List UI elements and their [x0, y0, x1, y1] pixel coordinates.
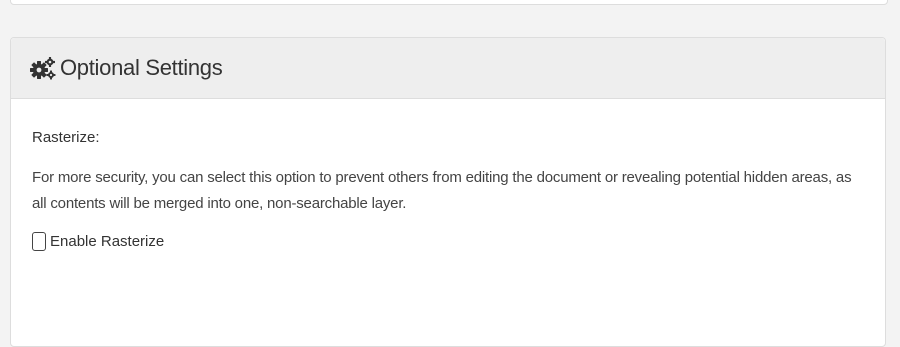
panel-heading: Optional Settings [11, 38, 885, 99]
gears-icon [30, 57, 56, 80]
rasterize-label: Rasterize: [32, 129, 100, 146]
optional-settings-panel: Optional Settings Rasterize: For more se… [10, 37, 886, 347]
panel-title: Optional Settings [60, 55, 223, 80]
enable-rasterize-checkbox[interactable] [32, 232, 46, 251]
rasterize-description: For more security, you can select this o… [32, 169, 852, 212]
enable-rasterize-label[interactable]: Enable Rasterize [50, 233, 164, 250]
previous-panel [10, 0, 888, 5]
panel-body: Rasterize: For more security, you can se… [11, 99, 885, 251]
enable-rasterize-option[interactable]: Enable Rasterize [32, 232, 866, 251]
